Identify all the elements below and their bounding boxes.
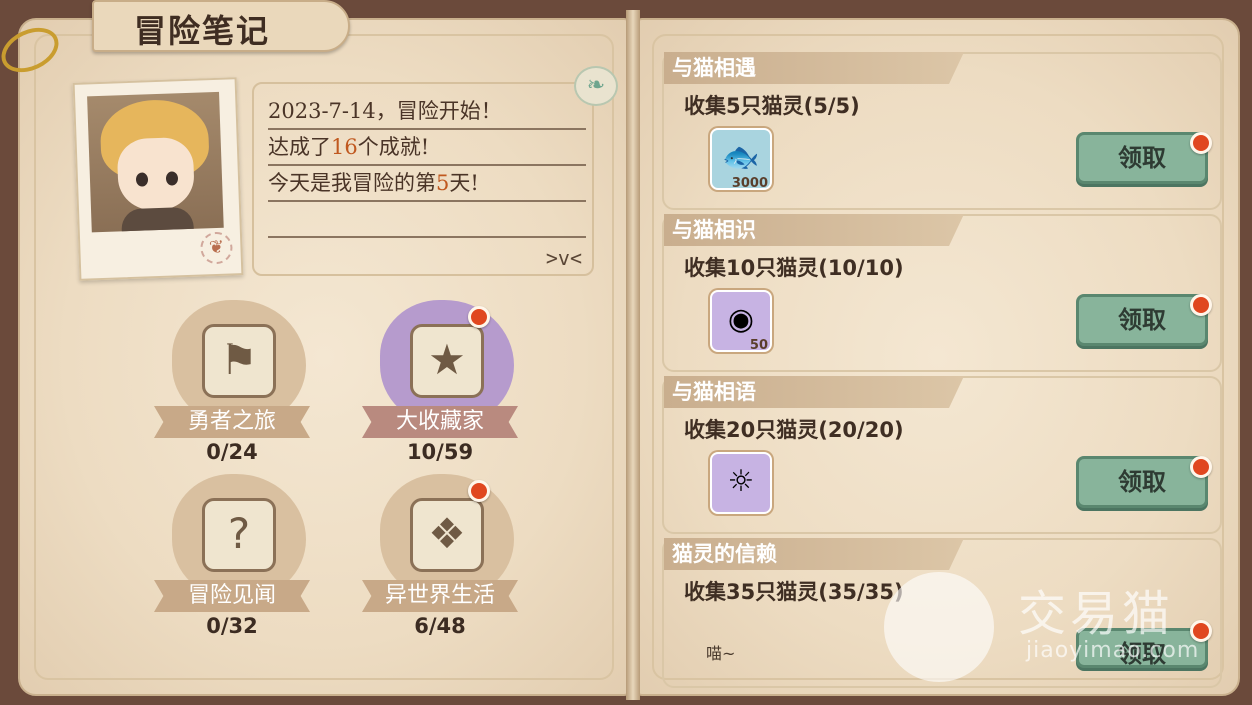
notification-dot — [1190, 294, 1212, 316]
note-days: 今天是我冒险的第5天! — [268, 166, 586, 202]
category-label: 冒险见闻 — [154, 580, 310, 612]
avatar — [87, 91, 224, 233]
treasure-box-icon: ★ — [410, 324, 484, 398]
category-label: 大收藏家 — [362, 406, 518, 438]
notification-dot — [468, 480, 490, 502]
achievement-row: 与猫相遇 收集5只猫灵(5/5) 🐟 3000 领取 — [662, 52, 1222, 210]
claim-button[interactable]: 领取 — [1076, 294, 1208, 346]
achievement-title: 与猫相遇 — [664, 52, 964, 84]
leaf-badge-icon[interactable]: ❧ — [574, 66, 618, 106]
note-signature: >v< — [545, 246, 582, 270]
achievement-desc: 收集10只猫灵(10/10) — [684, 256, 904, 280]
achievement-count: 16 — [331, 135, 358, 159]
reward-qty: 50 — [749, 338, 768, 353]
achievement-desc: 收集35只猫灵(35/35) — [684, 580, 904, 604]
note-empty-line — [268, 202, 586, 238]
watermark-text: 交易猫 — [1018, 586, 1175, 642]
category-label: 异世界生活 — [362, 580, 518, 612]
achievement-desc: 收集5只猫灵(5/5) — [684, 94, 860, 118]
watermark-url: jiaoyimao.com — [1026, 638, 1200, 663]
cat-badge-icon[interactable]: ☼ — [710, 452, 772, 514]
note-start-date: 2023-7-14，冒险开始！ — [268, 94, 586, 130]
category-count: 0/24 — [206, 440, 258, 464]
achievement-title: 猫灵的信赖 — [664, 538, 964, 570]
category-hero-journey[interactable]: ⚑ 勇者之旅 0/24 — [154, 300, 324, 476]
achievement-title: 与猫相识 — [664, 214, 964, 246]
category-count: 6/48 — [414, 614, 466, 638]
notification-dot — [468, 306, 490, 328]
achievement-row: 与猫相语 收集20只猫灵(20/20) ☼ 领取 — [662, 376, 1222, 534]
category-count: 0/32 — [206, 614, 258, 638]
page-title: 冒险笔记 — [134, 12, 271, 50]
card-icon: ❖ — [410, 498, 484, 572]
achievement-row: 与猫相识 收集10只猫灵(10/10) ◉ 50 领取 — [662, 214, 1222, 372]
achievement-desc: 收集20只猫灵(20/20) — [684, 418, 904, 442]
meow-text: 喵~ — [706, 644, 736, 663]
day-count: 5 — [436, 171, 450, 195]
category-count: 10/59 — [406, 440, 474, 464]
category-label: 勇者之旅 — [154, 406, 310, 438]
fish-jelly-icon[interactable]: ◉ 50 — [710, 290, 772, 353]
category-other-world-life[interactable]: ❖ 异世界生活 6/48 — [362, 474, 532, 650]
note-achievements: 达成了16个成就! — [268, 130, 586, 166]
book-spine — [626, 10, 640, 700]
notification-dot — [1190, 456, 1212, 478]
flag-icon: ⚑ — [202, 324, 276, 398]
taiyaki-icon[interactable]: 🐟 3000 — [710, 128, 772, 191]
category-collector[interactable]: ★ 大收藏家 10/59 — [362, 300, 532, 476]
watermark-logo-icon — [884, 572, 994, 682]
claim-button[interactable]: 领取 — [1076, 132, 1208, 184]
question-map-icon: ? — [202, 498, 276, 572]
reward-qty: 3000 — [731, 176, 768, 191]
adventure-notes: 2023-7-14，冒险开始！ 达成了16个成就! 今天是我冒险的第5天! >v… — [252, 82, 594, 276]
notification-dot — [1190, 132, 1212, 154]
watermark: 交易猫 jiaoyimao.com — [884, 568, 1224, 688]
avatar-card[interactable]: ❦ — [72, 77, 244, 281]
claim-button[interactable]: 领取 — [1076, 456, 1208, 508]
leaf-stamp-icon: ❦ — [199, 231, 233, 265]
achievement-title: 与猫相语 — [664, 376, 964, 408]
category-adventure-stories[interactable]: ? 冒险见闻 0/32 — [154, 474, 324, 650]
